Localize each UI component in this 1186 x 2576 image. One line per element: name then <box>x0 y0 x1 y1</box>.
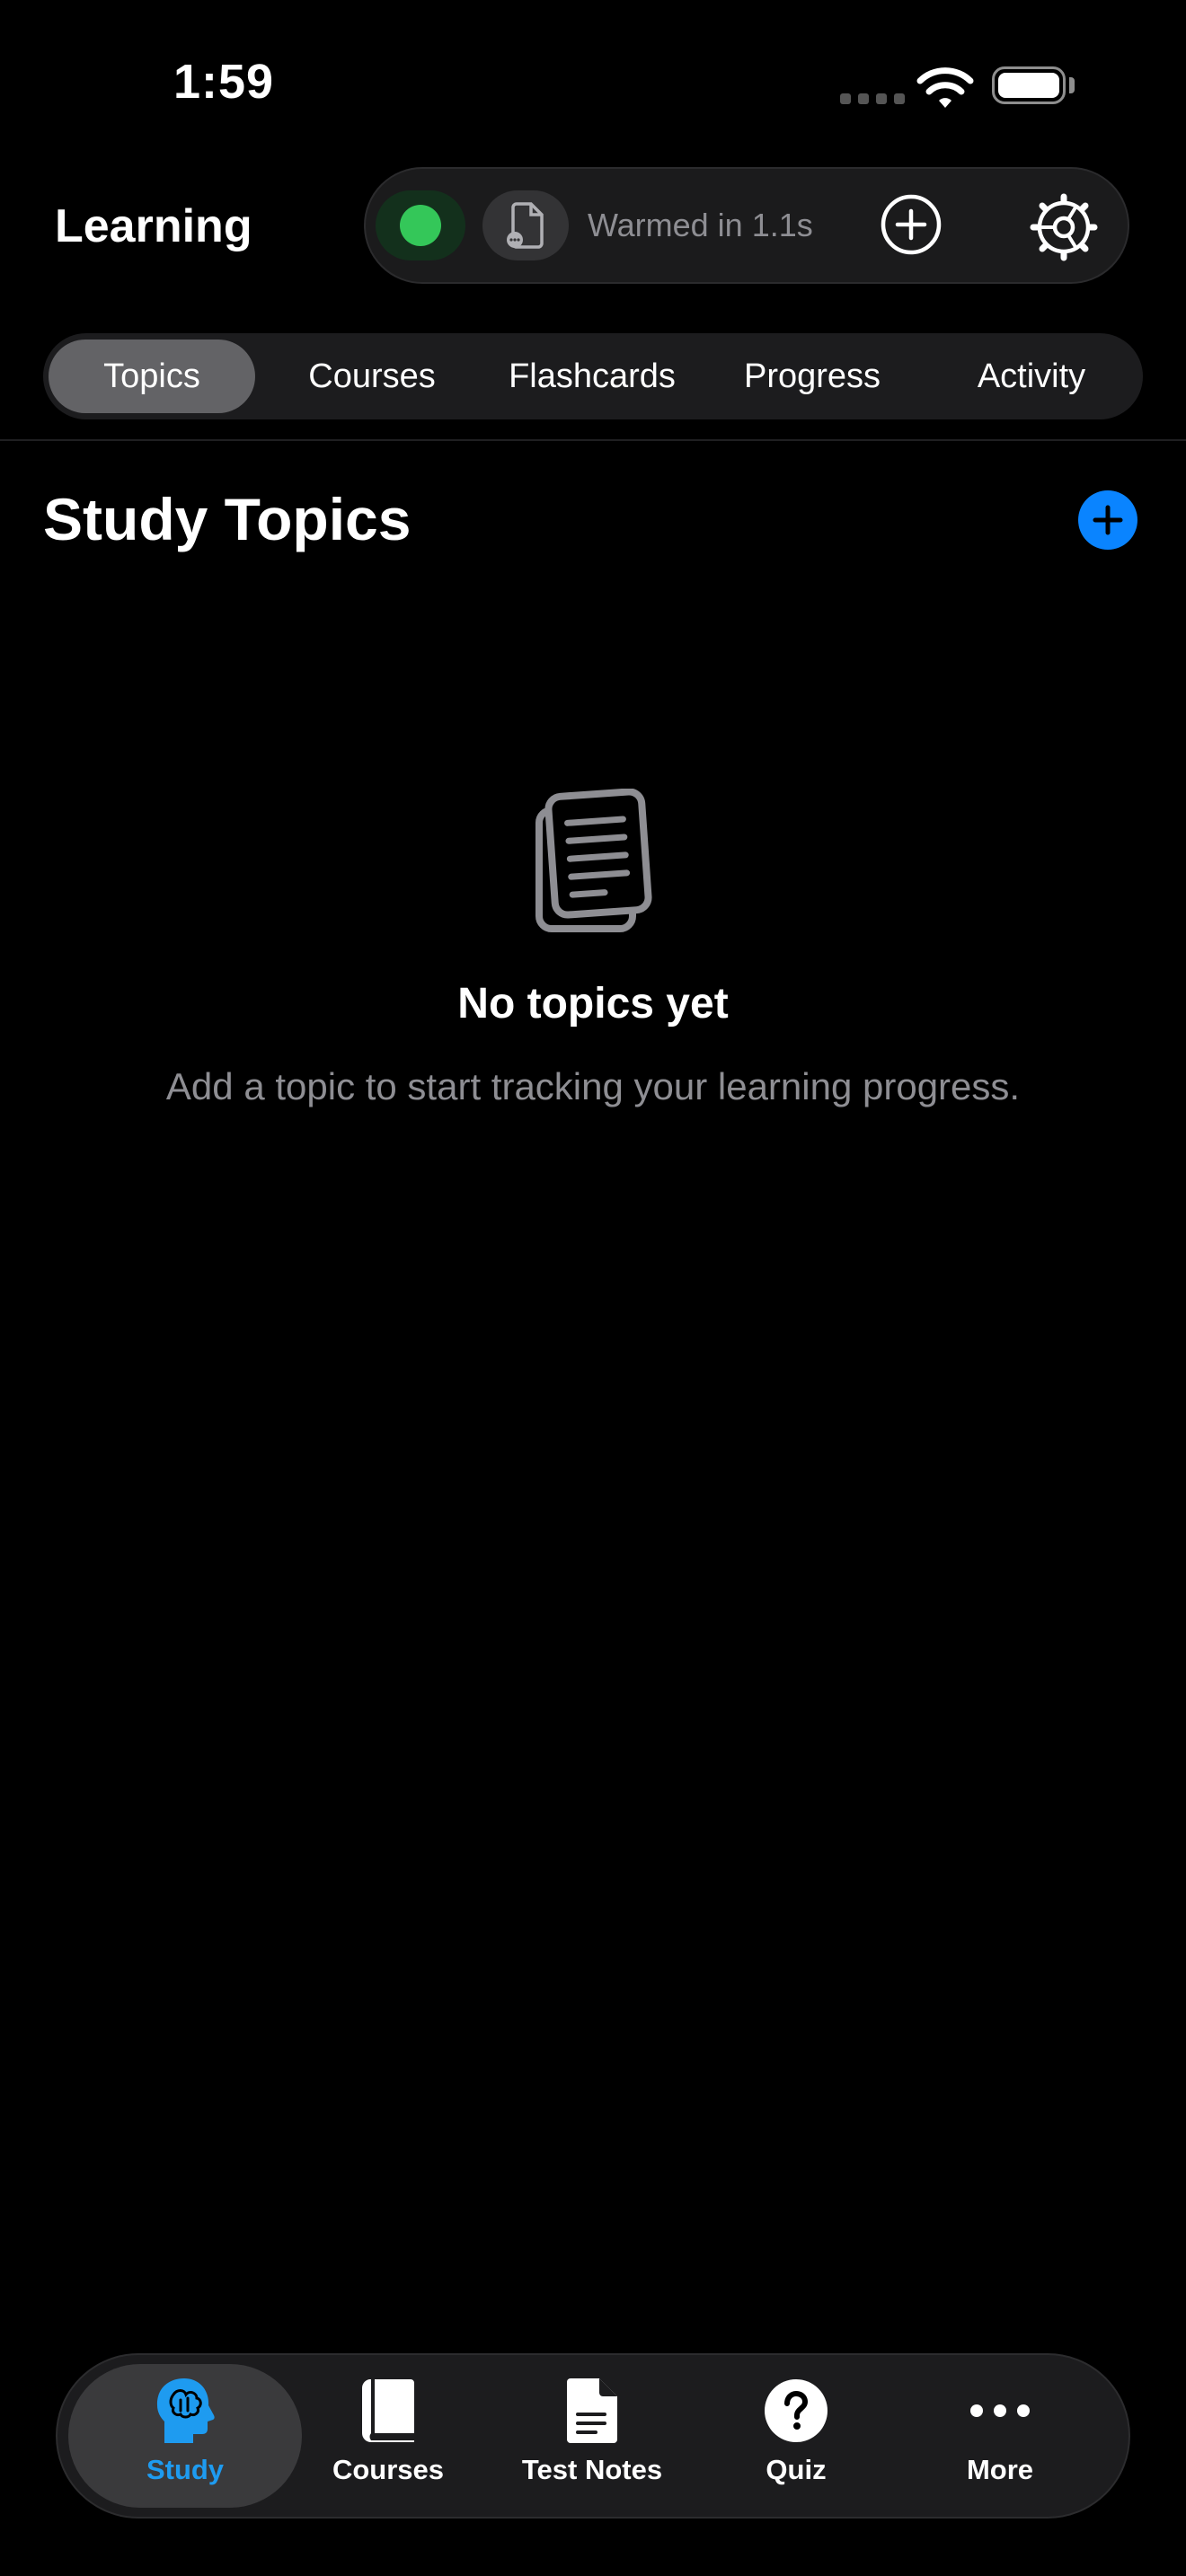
plus-icon <box>1093 505 1123 535</box>
tab-flashcards[interactable]: Flashcards <box>484 340 700 413</box>
brain-head-icon <box>156 2378 215 2443</box>
book-icon <box>361 2379 414 2442</box>
status-indicator-button[interactable] <box>376 190 465 260</box>
tab-activity[interactable]: Activity <box>933 340 1130 413</box>
tabbar-item-courses[interactable]: Courses <box>289 2377 487 2502</box>
tabbar-item-test-notes[interactable]: Test Notes <box>493 2377 691 2502</box>
header-divider <box>0 439 1186 441</box>
app-title: Learning <box>55 200 252 252</box>
tab-courses[interactable]: Courses <box>273 340 471 413</box>
tabbar-label: Test Notes <box>521 2454 663 2485</box>
empty-state-subtitle: Add a topic to start tracking your learn… <box>165 1065 1021 1107</box>
warm-status-text: Warmed in 1.1s <box>588 207 813 243</box>
add-topic-button[interactable] <box>1078 490 1137 550</box>
tabbar-item-study[interactable]: Study <box>86 2377 284 2502</box>
empty-state-title: No topics yet <box>457 980 729 1028</box>
tabbar-item-more[interactable]: More <box>901 2377 1099 2502</box>
tab-progress[interactable]: Progress <box>713 340 911 413</box>
tab-topics[interactable]: Topics <box>49 340 255 413</box>
battery-icon <box>992 66 1066 104</box>
tabbar-item-quiz[interactable]: Quiz <box>697 2377 895 2502</box>
wifi-icon <box>916 67 974 108</box>
documents-icon <box>535 789 652 932</box>
tabbar-label: Quiz <box>766 2454 827 2485</box>
document-button[interactable] <box>482 190 569 260</box>
battery-cap <box>1069 77 1075 93</box>
status-dot-icon <box>400 205 441 246</box>
cellular-signal-icon <box>840 93 905 104</box>
plus-circle-icon[interactable] <box>880 193 943 256</box>
note-icon <box>567 2378 617 2443</box>
status-time: 1:59 <box>173 55 275 109</box>
tabbar-label: More <box>966 2454 1034 2485</box>
page-title: Study Topics <box>43 486 412 552</box>
gear-icon[interactable] <box>1030 193 1098 261</box>
tabbar-label: Study <box>146 2454 225 2485</box>
ellipsis-icon <box>970 2404 1030 2417</box>
question-icon <box>765 2379 828 2442</box>
document-icon <box>507 202 544 249</box>
tabbar-label: Courses <box>332 2454 445 2485</box>
